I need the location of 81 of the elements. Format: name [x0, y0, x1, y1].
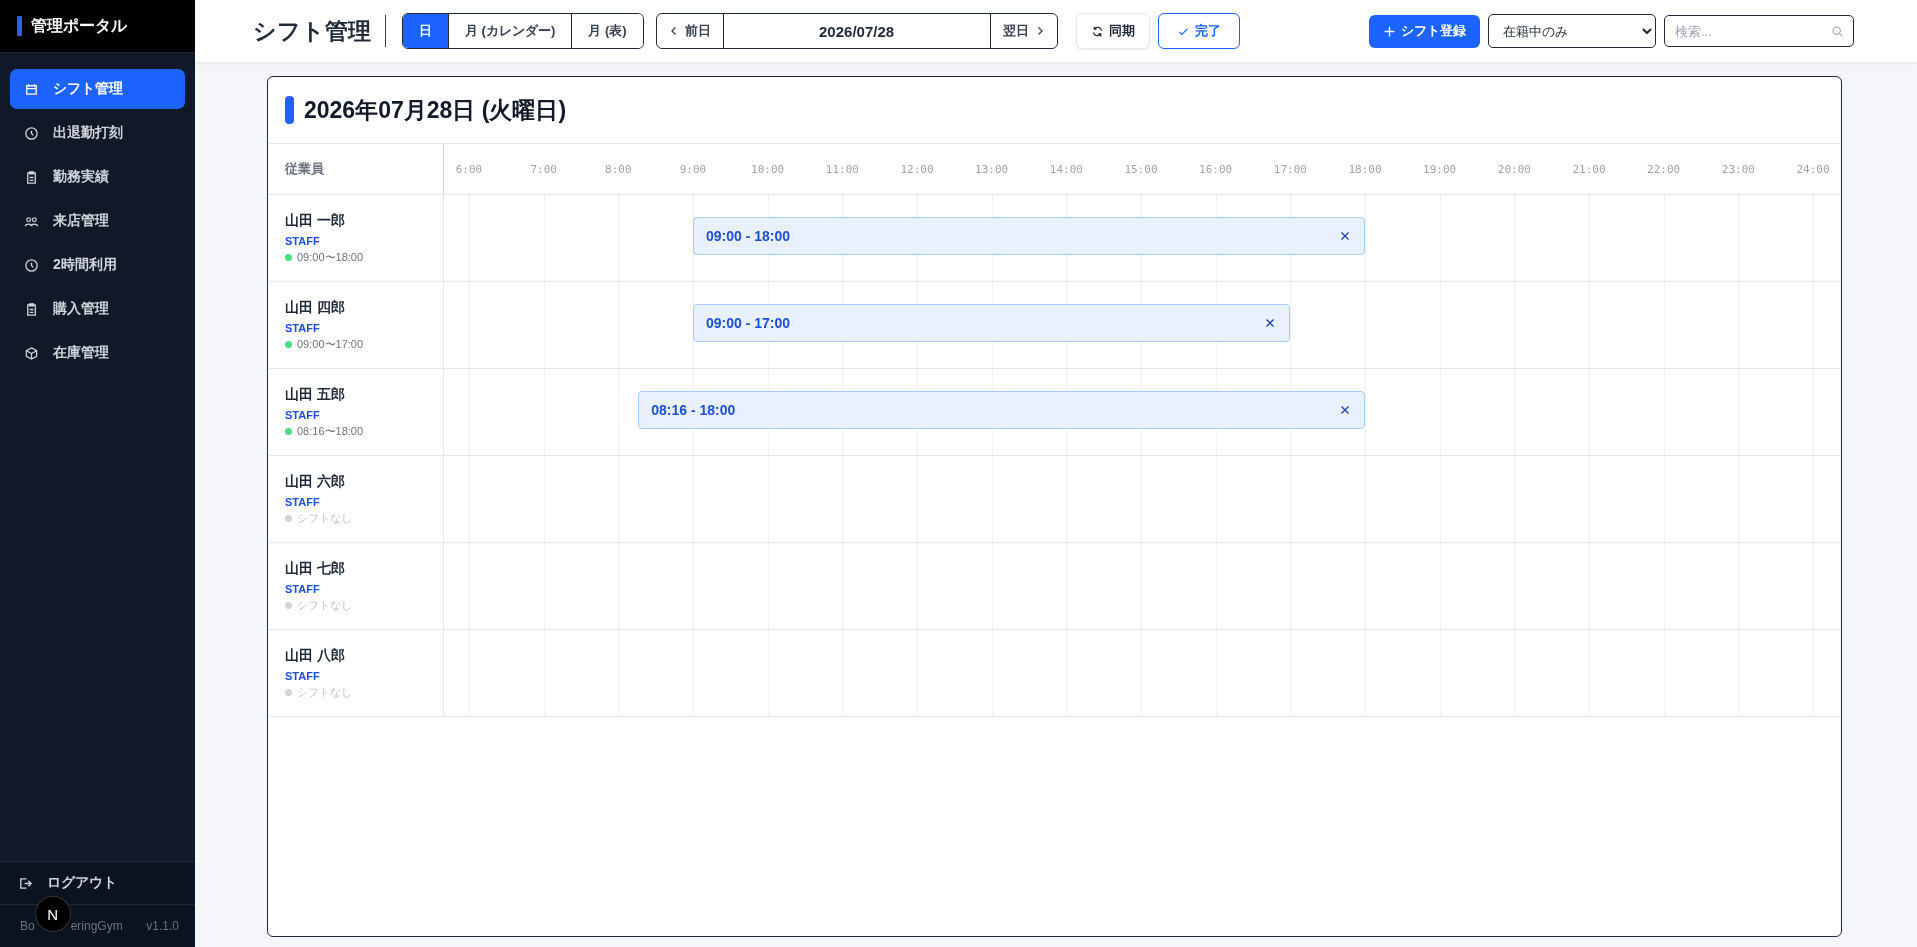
- calendar-icon: [24, 81, 39, 97]
- add-shift-button[interactable]: シフト登録: [1369, 14, 1480, 48]
- employee-name: 山田 六郎: [285, 472, 346, 491]
- clock-icon: [24, 125, 39, 141]
- version-label: v1.1.0: [146, 919, 179, 933]
- status-filter-select[interactable]: 在籍中のみ: [1488, 14, 1656, 48]
- logout-icon: [18, 875, 33, 891]
- employee-name: 山田 一郎: [285, 211, 346, 230]
- hour-label: 10:00: [751, 162, 785, 176]
- hour-label: 18:00: [1348, 162, 1382, 176]
- sidebar-item[interactable]: 在庫管理: [10, 333, 185, 373]
- hour-label: 22:00: [1647, 162, 1681, 176]
- hour-label: 8:00: [605, 162, 632, 176]
- sidebar-item[interactable]: 来店管理: [10, 201, 185, 241]
- close-icon[interactable]: [1265, 318, 1276, 328]
- close-icon[interactable]: [1340, 405, 1350, 415]
- hour-label: 17:00: [1273, 162, 1307, 176]
- brand-mark: [17, 16, 22, 36]
- shift-hours: 08:16〜18:00: [297, 423, 364, 439]
- hour-label: 11:00: [825, 162, 859, 176]
- hour-label: 7:00: [530, 162, 557, 176]
- hour-label: 12:00: [900, 162, 934, 176]
- role-label: STAFF: [285, 495, 321, 508]
- box-icon: [24, 345, 39, 361]
- role-label: STAFF: [285, 234, 321, 247]
- shift-time: 08:16 - 18:00: [651, 402, 736, 418]
- hour-label: 21:00: [1572, 162, 1606, 176]
- sidebar-item[interactable]: 勤務実績: [10, 157, 185, 197]
- shift-bar[interactable]: 09:00 - 18:00: [693, 217, 1365, 255]
- current-date: 2026/07/28: [818, 21, 896, 42]
- role-label: STAFF: [285, 582, 321, 595]
- shift-bar[interactable]: 09:00 - 17:00: [693, 304, 1291, 342]
- sidebar-item[interactable]: 購入管理: [10, 289, 185, 329]
- sidebar-item[interactable]: 出退勤打刻: [10, 113, 185, 153]
- page-title: シフト管理: [253, 16, 371, 46]
- view-tab[interactable]: 月 (表): [571, 14, 643, 48]
- hour-label: 14:00: [1049, 162, 1083, 176]
- hour-label: 9:00: [679, 162, 707, 176]
- plus-icon: [1383, 24, 1396, 38]
- sync-button[interactable]: 同期: [1075, 13, 1150, 49]
- hour-label: 15:00: [1124, 162, 1158, 176]
- refresh-icon: [1090, 24, 1104, 38]
- hour-label: 20:00: [1497, 162, 1531, 176]
- app-name: eringGym: [70, 919, 123, 933]
- done-button[interactable]: 完了: [1157, 13, 1240, 49]
- shift-time: 09:00 - 18:00: [706, 228, 791, 244]
- hour-label: 24:00: [1796, 162, 1830, 176]
- sidebar-item[interactable]: 2時間利用: [10, 245, 185, 285]
- hour-label: 16:00: [1199, 162, 1233, 176]
- hour-label: 19:00: [1423, 162, 1457, 176]
- app-name: Bo: [20, 919, 35, 933]
- dev-badge[interactable]: N: [35, 897, 70, 931]
- hour-label: 13:00: [975, 162, 1009, 176]
- role-label: STAFF: [285, 669, 321, 682]
- shift-hours: 09:00〜18:00: [297, 249, 364, 265]
- previous-day-button[interactable]: 前日: [656, 14, 724, 48]
- employee-name: 山田 八郎: [285, 646, 346, 665]
- employee-name: 山田 七郎: [285, 559, 346, 578]
- search-icon: [1831, 25, 1844, 38]
- clipboard-icon: [24, 301, 39, 317]
- role-label: STAFF: [285, 408, 321, 421]
- view-tab[interactable]: 日: [403, 14, 448, 48]
- shift-bar[interactable]: 08:16 - 18:00: [638, 391, 1365, 429]
- column-header: 従業員: [285, 160, 324, 178]
- employee-name: 山田 四郎: [285, 298, 346, 317]
- sidebar-item[interactable]: シフト管理: [10, 69, 185, 109]
- logout-button[interactable]: ログアウト: [0, 861, 195, 905]
- next-day-button[interactable]: 翌日: [989, 14, 1057, 48]
- shift-hours: 09:00〜17:00: [297, 336, 364, 352]
- employee-name: 山田 五郎: [285, 385, 346, 404]
- hour-label: 23:00: [1721, 162, 1755, 176]
- schedule-date-title: 2026年07月28日 (火曜日): [304, 95, 567, 125]
- search-field[interactable]: 検索...: [1664, 15, 1854, 47]
- shift-time: 09:00 - 17:00: [706, 315, 791, 331]
- close-icon[interactable]: [1340, 231, 1350, 241]
- title-accent: [285, 96, 294, 124]
- clock-icon: [24, 257, 39, 273]
- hour-label: 6:00: [455, 162, 483, 176]
- clipboard-icon: [24, 169, 39, 185]
- brand-title: 管理ポータル: [31, 15, 127, 36]
- role-label: STAFF: [285, 321, 321, 334]
